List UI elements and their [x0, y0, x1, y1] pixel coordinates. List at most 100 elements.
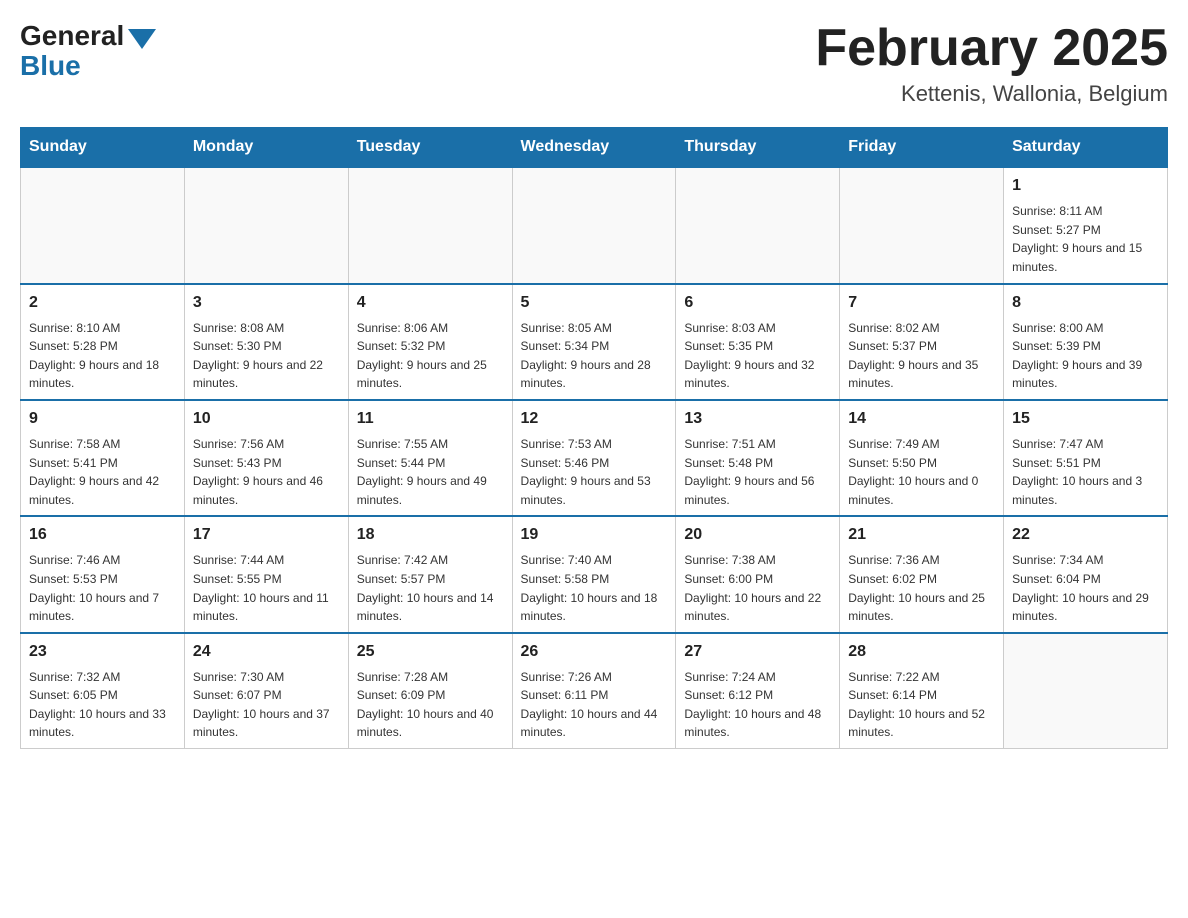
day-info: Sunrise: 7:47 AM Sunset: 5:51 PM Dayligh… — [1012, 435, 1159, 509]
calendar-cell: 24Sunrise: 7:30 AM Sunset: 6:07 PM Dayli… — [184, 633, 348, 749]
day-info: Sunrise: 7:44 AM Sunset: 5:55 PM Dayligh… — [193, 551, 340, 625]
day-info: Sunrise: 7:42 AM Sunset: 5:57 PM Dayligh… — [357, 551, 504, 625]
calendar-week-5: 23 Sunrise: 7:32 AM Sunset: 6:05 PM Dayli… — [21, 633, 1168, 749]
day-info: Sunrise: 7:36 AM Sunset: 6:02 PM Dayligh… — [848, 551, 995, 625]
day-number: 15 — [1012, 407, 1159, 431]
day-number: 26 — [521, 640, 668, 664]
day-info: Sunrise: 7:32 AM Sunset: 6:05 PM Dayligh… — [29, 668, 176, 742]
calendar-cell — [184, 167, 348, 283]
calendar-table: SundayMondayTuesdayWednesdayThursdayFrid… — [20, 127, 1168, 749]
day-header-friday: Friday — [840, 128, 1004, 168]
calendar-week-3: 9 Sunrise: 7:58 AM Sunset: 5:41 PM Daylig… — [21, 400, 1168, 516]
day-info: Sunrise: 8:11 AM Sunset: 5:27 PM Dayligh… — [1012, 202, 1159, 276]
day-header-sunday: Sunday — [21, 128, 185, 168]
calendar-cell — [21, 167, 185, 283]
calendar-cell: 6 Sunrise: 8:03 AM Sunset: 5:35 PM Daylig… — [676, 284, 840, 400]
calendar-cell: 1 Sunrise: 8:11 AM Sunset: 5:27 PM Daylig… — [1004, 167, 1168, 283]
calendar-cell — [840, 167, 1004, 283]
day-info: Sunrise: 7:30 AM Sunset: 6:07 PM Dayligh… — [193, 668, 340, 742]
day-number: 23 — [29, 640, 176, 664]
calendar-cell: 16 Sunrise: 7:46 AM Sunset: 5:53 PM Dayli… — [21, 516, 185, 632]
day-info: Sunrise: 7:53 AM Sunset: 5:46 PM Dayligh… — [521, 435, 668, 509]
day-info: Sunrise: 7:49 AM Sunset: 5:50 PM Dayligh… — [848, 435, 995, 509]
days-of-week-row: SundayMondayTuesdayWednesdayThursdayFrid… — [21, 128, 1168, 168]
day-info: Sunrise: 7:26 AM Sunset: 6:11 PM Dayligh… — [521, 668, 668, 742]
calendar-cell — [676, 167, 840, 283]
calendar-cell — [512, 167, 676, 283]
calendar-cell: 15 Sunrise: 7:47 AM Sunset: 5:51 PM Dayli… — [1004, 400, 1168, 516]
calendar-cell — [1004, 633, 1168, 749]
day-info: Sunrise: 7:38 AM Sunset: 6:00 PM Dayligh… — [684, 551, 831, 625]
calendar-cell: 20 Sunrise: 7:38 AM Sunset: 6:00 PM Dayli… — [676, 516, 840, 632]
day-info: Sunrise: 8:03 AM Sunset: 5:35 PM Dayligh… — [684, 319, 831, 393]
day-number: 4 — [357, 291, 504, 315]
day-number: 17 — [193, 523, 340, 547]
day-number: 9 — [29, 407, 176, 431]
day-info: Sunrise: 8:00 AM Sunset: 5:39 PM Dayligh… — [1012, 319, 1159, 393]
calendar-cell: 11Sunrise: 7:55 AM Sunset: 5:44 PM Dayli… — [348, 400, 512, 516]
calendar-cell: 22Sunrise: 7:34 AM Sunset: 6:04 PM Dayli… — [1004, 516, 1168, 632]
day-number: 25 — [357, 640, 504, 664]
day-number: 12 — [521, 407, 668, 431]
calendar-cell: 12 Sunrise: 7:53 AM Sunset: 5:46 PM Dayli… — [512, 400, 676, 516]
day-number: 5 — [521, 291, 668, 315]
logo-triangle-icon — [128, 29, 156, 49]
day-info: Sunrise: 7:56 AM Sunset: 5:43 PM Dayligh… — [193, 435, 340, 509]
day-number: 16 — [29, 523, 176, 547]
day-number: 7 — [848, 291, 995, 315]
calendar-cell: 4 Sunrise: 8:06 AM Sunset: 5:32 PM Daylig… — [348, 284, 512, 400]
day-info: Sunrise: 7:46 AM Sunset: 5:53 PM Dayligh… — [29, 551, 176, 625]
calendar-week-4: 16 Sunrise: 7:46 AM Sunset: 5:53 PM Dayli… — [21, 516, 1168, 632]
calendar-cell: 27 Sunrise: 7:24 AM Sunset: 6:12 PM Dayli… — [676, 633, 840, 749]
day-number: 19 — [521, 523, 668, 547]
calendar-cell: 13Sunrise: 7:51 AM Sunset: 5:48 PM Dayli… — [676, 400, 840, 516]
logo-general-text: General — [20, 20, 124, 52]
day-number: 21 — [848, 523, 995, 547]
day-info: Sunrise: 7:55 AM Sunset: 5:44 PM Dayligh… — [357, 435, 504, 509]
page-header: General Blue February 2025 Kettenis, Wal… — [20, 20, 1168, 107]
day-number: 20 — [684, 523, 831, 547]
day-header-saturday: Saturday — [1004, 128, 1168, 168]
day-header-thursday: Thursday — [676, 128, 840, 168]
calendar-header: SundayMondayTuesdayWednesdayThursdayFrid… — [21, 128, 1168, 168]
calendar-cell: 9 Sunrise: 7:58 AM Sunset: 5:41 PM Daylig… — [21, 400, 185, 516]
day-info: Sunrise: 8:02 AM Sunset: 5:37 PM Dayligh… — [848, 319, 995, 393]
day-number: 1 — [1012, 174, 1159, 198]
logo-blue-text: Blue — [20, 50, 81, 82]
day-info: Sunrise: 7:34 AM Sunset: 6:04 PM Dayligh… — [1012, 551, 1159, 625]
day-number: 28 — [848, 640, 995, 664]
calendar-cell: 26 Sunrise: 7:26 AM Sunset: 6:11 PM Dayli… — [512, 633, 676, 749]
logo: General Blue — [20, 20, 156, 82]
day-info: Sunrise: 8:10 AM Sunset: 5:28 PM Dayligh… — [29, 319, 176, 393]
day-info: Sunrise: 7:22 AM Sunset: 6:14 PM Dayligh… — [848, 668, 995, 742]
day-info: Sunrise: 7:24 AM Sunset: 6:12 PM Dayligh… — [684, 668, 831, 742]
calendar-title: February 2025 — [815, 20, 1168, 77]
day-number: 8 — [1012, 291, 1159, 315]
calendar-cell: 10 Sunrise: 7:56 AM Sunset: 5:43 PM Dayli… — [184, 400, 348, 516]
calendar-body: 1 Sunrise: 8:11 AM Sunset: 5:27 PM Daylig… — [21, 167, 1168, 748]
day-number: 18 — [357, 523, 504, 547]
day-number: 27 — [684, 640, 831, 664]
calendar-cell: 21 Sunrise: 7:36 AM Sunset: 6:02 PM Dayli… — [840, 516, 1004, 632]
day-info: Sunrise: 8:08 AM Sunset: 5:30 PM Dayligh… — [193, 319, 340, 393]
day-info: Sunrise: 7:58 AM Sunset: 5:41 PM Dayligh… — [29, 435, 176, 509]
calendar-week-1: 1 Sunrise: 8:11 AM Sunset: 5:27 PM Daylig… — [21, 167, 1168, 283]
calendar-cell: 7 Sunrise: 8:02 AM Sunset: 5:37 PM Daylig… — [840, 284, 1004, 400]
calendar-cell: 2 Sunrise: 8:10 AM Sunset: 5:28 PM Daylig… — [21, 284, 185, 400]
day-info: Sunrise: 7:40 AM Sunset: 5:58 PM Dayligh… — [521, 551, 668, 625]
day-info: Sunrise: 7:28 AM Sunset: 6:09 PM Dayligh… — [357, 668, 504, 742]
day-number: 14 — [848, 407, 995, 431]
calendar-subtitle: Kettenis, Wallonia, Belgium — [815, 81, 1168, 107]
title-block: February 2025 Kettenis, Wallonia, Belgiu… — [815, 20, 1168, 107]
day-info: Sunrise: 7:51 AM Sunset: 5:48 PM Dayligh… — [684, 435, 831, 509]
day-number: 6 — [684, 291, 831, 315]
calendar-cell: 8 Sunrise: 8:00 AM Sunset: 5:39 PM Daylig… — [1004, 284, 1168, 400]
day-header-wednesday: Wednesday — [512, 128, 676, 168]
day-info: Sunrise: 8:06 AM Sunset: 5:32 PM Dayligh… — [357, 319, 504, 393]
day-header-tuesday: Tuesday — [348, 128, 512, 168]
calendar-cell: 17 Sunrise: 7:44 AM Sunset: 5:55 PM Dayli… — [184, 516, 348, 632]
calendar-cell: 5Sunrise: 8:05 AM Sunset: 5:34 PM Daylig… — [512, 284, 676, 400]
calendar-cell: 25 Sunrise: 7:28 AM Sunset: 6:09 PM Dayli… — [348, 633, 512, 749]
day-number: 10 — [193, 407, 340, 431]
day-number: 2 — [29, 291, 176, 315]
